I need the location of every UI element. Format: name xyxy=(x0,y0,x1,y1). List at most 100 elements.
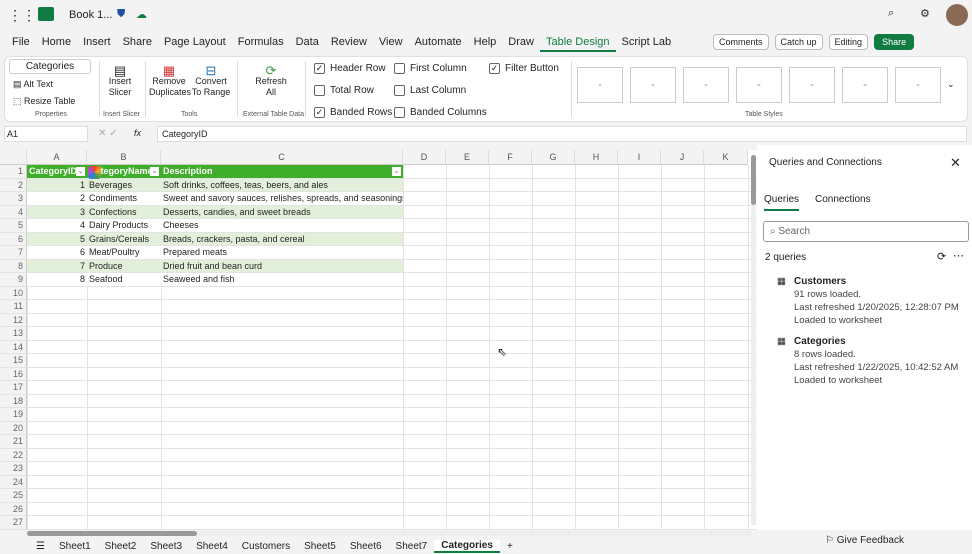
row-header[interactable]: 28 xyxy=(0,529,27,530)
row-header[interactable]: 26 xyxy=(0,502,27,515)
function-icon[interactable]: fx xyxy=(134,128,141,138)
table-cell[interactable]: 4 xyxy=(27,219,87,232)
column-header-I[interactable]: I xyxy=(618,150,661,165)
menu-tab-script-lab[interactable]: Script Lab xyxy=(616,32,678,52)
table-cell[interactable]: Dairy Products xyxy=(87,219,161,232)
table-cell[interactable]: Sweet and savory sauces, relishes, sprea… xyxy=(161,192,403,205)
row-header[interactable]: 12 xyxy=(0,313,27,326)
sheet-tab-sheet2[interactable]: Sheet2 xyxy=(98,541,144,552)
column-header-A[interactable]: A xyxy=(27,150,87,165)
name-box[interactable]: A1 xyxy=(4,126,88,142)
menu-tab-share[interactable]: Share xyxy=(117,32,158,52)
table-cell[interactable]: Desserts, candies, and sweet breads xyxy=(161,205,403,218)
row-header[interactable]: 24 xyxy=(0,475,27,488)
row-header[interactable]: 1 xyxy=(0,165,27,178)
query-item[interactable]: ▦ Categories 8 rows loaded. Last refreshed … xyxy=(777,335,958,387)
app-launcher-icon[interactable]: ⋮⋮ xyxy=(8,7,36,24)
table-cell[interactable]: Confections xyxy=(87,205,161,218)
search-icon[interactable]: ⌕ xyxy=(888,7,894,20)
row-header[interactable]: 19 xyxy=(0,408,27,421)
total-row-checkbox[interactable]: Total Row xyxy=(314,85,374,96)
table-cell[interactable]: Grains/Cereals xyxy=(87,232,161,245)
convert-to-range-button[interactable]: ⊟ Convert To Range xyxy=(191,64,231,98)
table-cell[interactable]: 1 xyxy=(27,178,87,191)
row-header[interactable]: 27 xyxy=(0,516,27,529)
remove-duplicates-button[interactable]: ▦ Remove Duplicates xyxy=(149,64,191,98)
row-header[interactable]: 22 xyxy=(0,448,27,461)
column-header-C[interactable]: C xyxy=(161,150,403,165)
row-header[interactable]: 25 xyxy=(0,489,27,502)
column-header-E[interactable]: E xyxy=(446,150,489,165)
row-header[interactable]: 15 xyxy=(0,354,27,367)
table-style-swatch[interactable]: - xyxy=(630,67,676,103)
sheet-tab-sheet1[interactable]: Sheet1 xyxy=(52,541,98,552)
menu-tab-automate[interactable]: Automate xyxy=(409,32,468,52)
menu-tab-table-design[interactable]: Table Design xyxy=(539,32,616,52)
row-header[interactable]: 5 xyxy=(0,219,27,232)
table-cell[interactable]: Prepared meats xyxy=(161,246,403,259)
table-name-input[interactable]: Categories xyxy=(9,59,91,74)
menu-tab-draw[interactable]: Draw xyxy=(502,32,540,52)
row-header[interactable]: 23 xyxy=(0,462,27,475)
sheet-tab-categories[interactable]: Categories xyxy=(434,539,500,553)
table-cell[interactable]: 8 xyxy=(27,273,87,286)
all-sheets-menu-icon[interactable]: ☰ xyxy=(29,541,52,552)
banded-rows-checkbox[interactable]: ✓ Banded Rows xyxy=(314,107,392,118)
document-title[interactable]: Book 1... xyxy=(69,9,112,21)
row-header[interactable]: 6 xyxy=(0,232,27,245)
table-cell[interactable]: 3 xyxy=(27,205,87,218)
tab-queries[interactable]: Queries xyxy=(764,194,800,211)
table-cell[interactable]: 6 xyxy=(27,246,87,259)
column-header-D[interactable]: D xyxy=(403,150,446,165)
row-header[interactable]: 3 xyxy=(0,192,27,205)
table-cell[interactable]: Seafood xyxy=(87,273,161,286)
share-button[interactable]: Share xyxy=(874,34,915,50)
table-style-swatch[interactable]: - xyxy=(683,67,729,103)
row-header[interactable]: 17 xyxy=(0,381,27,394)
column-header-B[interactable]: B xyxy=(87,150,161,165)
table-style-swatch[interactable]: - xyxy=(842,67,888,103)
table-cell[interactable]: Soft drinks, coffees, teas, beers, and a… xyxy=(161,178,403,191)
menu-tab-file[interactable]: File xyxy=(6,32,36,52)
insert-slicer-button[interactable]: ▤ Insert Slicer xyxy=(103,64,137,98)
vertical-scrollbar[interactable] xyxy=(751,155,756,525)
table-cell[interactable]: Breads, crackers, pasta, and cereal xyxy=(161,232,403,245)
row-header[interactable]: 7 xyxy=(0,246,27,259)
table-cell[interactable]: Cheeses xyxy=(161,219,403,232)
column-header-F[interactable]: F xyxy=(489,150,532,165)
more-options-icon[interactable]: ⋯ xyxy=(953,249,964,262)
table-cell[interactable]: Meat/Poultry xyxy=(87,246,161,259)
row-header[interactable]: 21 xyxy=(0,435,27,448)
row-header[interactable]: 10 xyxy=(0,286,27,299)
menu-tab-help[interactable]: Help xyxy=(468,32,503,52)
query-item[interactable]: ▦ Customers 91 rows loaded. Last refreshed … xyxy=(777,275,959,327)
column-header-K[interactable]: K xyxy=(704,150,748,165)
table-cell[interactable]: Beverages xyxy=(87,178,161,191)
refresh-icon[interactable]: ⟳ xyxy=(937,250,946,263)
table-style-swatch[interactable]: - xyxy=(577,67,623,103)
table-cell[interactable]: 7 xyxy=(27,259,87,272)
last-column-checkbox[interactable]: Last Column xyxy=(394,85,466,96)
formula-input[interactable]: CategoryID xyxy=(157,126,967,142)
menu-tab-formulas[interactable]: Formulas xyxy=(232,32,290,52)
column-header-H[interactable]: H xyxy=(575,150,618,165)
row-header[interactable]: 14 xyxy=(0,340,27,353)
search-input[interactable]: ⌕ Search xyxy=(763,221,969,242)
table-style-swatch[interactable]: - xyxy=(789,67,835,103)
sheet-tab-customers[interactable]: Customers xyxy=(235,541,297,552)
column-header-J[interactable]: J xyxy=(661,150,704,165)
menu-tab-data[interactable]: Data xyxy=(290,32,325,52)
cancel-icon[interactable]: ✕ ✓ xyxy=(98,128,118,139)
header-row-checkbox[interactable]: ✓ Header Row xyxy=(314,63,386,74)
horizontal-scrollbar[interactable] xyxy=(27,531,752,536)
menu-tab-insert[interactable]: Insert xyxy=(77,32,117,52)
row-header[interactable]: 2 xyxy=(0,178,27,191)
comments-button[interactable]: Comments xyxy=(713,34,769,50)
add-sheet-icon[interactable]: + xyxy=(500,541,520,552)
resize-table-button[interactable]: ⬚ Resize Table xyxy=(13,96,75,107)
menu-tab-home[interactable]: Home xyxy=(36,32,77,52)
filter-button-checkbox[interactable]: ✓ Filter Button xyxy=(489,63,559,74)
sheet-tab-sheet4[interactable]: Sheet4 xyxy=(189,541,235,552)
table-cell[interactable]: Seaweed and fish xyxy=(161,273,403,286)
copilot-icon[interactable] xyxy=(88,166,101,179)
